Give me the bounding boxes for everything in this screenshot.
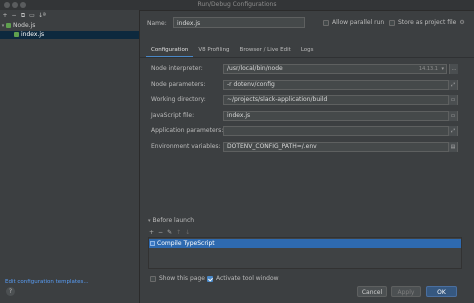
- allow-parallel-run-option[interactable]: Allow parallel run: [323, 19, 384, 26]
- show-this-page-option[interactable]: Show this page: [150, 275, 205, 282]
- activate-tool-window-option[interactable]: Activate tool window: [207, 275, 279, 282]
- folder-icon[interactable]: ▭: [448, 95, 457, 105]
- window-title: Run/Debug Configurations: [197, 1, 277, 8]
- tree-item-index-js[interactable]: index.js: [0, 31, 139, 39]
- save-icon[interactable]: ▭: [29, 11, 35, 20]
- before-launch-toolbar: + − ✎ ↑ ↓: [148, 228, 463, 237]
- edit-environment-variables-button[interactable]: ▤: [448, 142, 457, 152]
- ok-button[interactable]: OK: [426, 286, 457, 297]
- copy-icon[interactable]: ⧉: [20, 11, 26, 20]
- tab-bar: Configuration V8 Profiling Browser / Liv…: [146, 44, 319, 58]
- node-interpreter-select[interactable]: /usr/local/bin/node 14.13.1 ▾: [223, 64, 447, 74]
- expand-application-parameters-button[interactable]: ⤢: [448, 126, 457, 136]
- list-item[interactable]: Compile TypeScript: [149, 239, 461, 248]
- tree-group-nodejs[interactable]: ▾ Node.js: [0, 22, 139, 30]
- chevron-down-icon[interactable]: ▾: [148, 218, 151, 224]
- node-interpreter-value: /usr/local/bin/node: [227, 65, 283, 72]
- application-parameters-label: Application parameters:: [151, 127, 224, 134]
- tree-item-label: index.js: [21, 31, 45, 38]
- node-interpreter-label: Node interpreter:: [151, 65, 203, 72]
- javascript-file-label: JavaScript file:: [151, 112, 195, 119]
- apply-button[interactable]: Apply: [391, 286, 421, 297]
- working-directory-input[interactable]: ~/projects/slack-application/build: [223, 95, 458, 105]
- activate-tool-window-label: Activate tool window: [216, 275, 279, 282]
- tab-browser-live-edit[interactable]: Browser / Live Edit: [235, 44, 296, 56]
- tab-logs[interactable]: Logs: [296, 44, 319, 56]
- show-this-page-checkbox[interactable]: [150, 275, 156, 282]
- show-this-page-label: Show this page: [159, 275, 205, 282]
- help-button[interactable]: ?: [6, 287, 15, 296]
- environment-variables-value: DOTENV_CONFIG_PATH=/.env: [227, 143, 317, 150]
- before-launch-section-header[interactable]: ▾ Before launch: [148, 217, 194, 224]
- cancel-button[interactable]: Cancel: [357, 286, 387, 297]
- typescript-icon: [150, 241, 155, 246]
- application-parameters-input[interactable]: [223, 126, 458, 136]
- tab-v8-profiling[interactable]: V8 Profiling: [193, 44, 234, 56]
- activate-tool-window-checkbox[interactable]: [207, 275, 213, 282]
- folder-icon[interactable]: ▭: [448, 111, 457, 121]
- node-parameters-value: -r dotenv/config: [227, 81, 275, 88]
- store-as-project-file-option[interactable]: Store as project file ⚙: [389, 19, 465, 26]
- move-down-icon[interactable]: ↓: [185, 229, 190, 236]
- nodejs-icon: [14, 32, 19, 37]
- node-parameters-input[interactable]: -r dotenv/config: [223, 80, 458, 90]
- store-as-project-file-label: Store as project file: [398, 19, 457, 26]
- add-task-icon[interactable]: +: [149, 229, 154, 236]
- tree-toolbar: + − ⧉ ▭ ↓ª: [2, 11, 46, 20]
- working-directory-value: ~/projects/slack-application/build: [227, 96, 328, 103]
- add-icon[interactable]: +: [2, 11, 8, 20]
- name-input[interactable]: index.js: [173, 17, 305, 28]
- name-label: Name:: [147, 20, 167, 27]
- expand-node-parameters-button[interactable]: ⤢: [448, 80, 457, 90]
- configuration-editor: Name: index.js Allow parallel run Store …: [140, 10, 474, 303]
- sort-icon[interactable]: ↓ª: [38, 11, 46, 20]
- environment-variables-input[interactable]: DOTENV_CONFIG_PATH=/.env: [223, 142, 458, 152]
- move-up-icon[interactable]: ↑: [176, 229, 181, 236]
- before-launch-task-list: Compile TypeScript: [148, 237, 462, 269]
- store-as-project-file-checkbox[interactable]: [389, 19, 395, 26]
- tab-divider: [140, 57, 474, 58]
- configurations-tree-panel: + − ⧉ ▭ ↓ª ▾ Node.js index.js Edit config…: [0, 10, 140, 303]
- tree-group-label: Node.js: [13, 22, 36, 29]
- javascript-file-value: index.js: [227, 112, 251, 119]
- javascript-file-input[interactable]: index.js: [223, 111, 458, 121]
- gear-icon[interactable]: ⚙: [459, 19, 464, 26]
- edit-configuration-templates-link[interactable]: Edit configuration templates...: [5, 279, 89, 285]
- working-directory-label: Working directory:: [151, 96, 206, 103]
- allow-parallel-run-checkbox[interactable]: [323, 19, 329, 26]
- tab-configuration[interactable]: Configuration: [146, 44, 194, 58]
- nodejs-icon: [6, 23, 11, 28]
- edit-task-icon[interactable]: ✎: [167, 229, 172, 236]
- environment-variables-label: Environment variables:: [151, 143, 221, 150]
- remove-icon[interactable]: −: [11, 11, 17, 20]
- allow-parallel-run-label: Allow parallel run: [332, 19, 385, 26]
- node-parameters-label: Node parameters:: [151, 81, 206, 88]
- remove-task-icon[interactable]: −: [158, 229, 163, 236]
- before-launch-label: Before launch: [152, 217, 195, 224]
- task-label: Compile TypeScript: [157, 240, 215, 247]
- browse-interpreter-button[interactable]: …: [449, 64, 458, 74]
- chevron-down-icon[interactable]: ▾: [441, 65, 444, 73]
- node-version-label: 14.13.1: [418, 66, 438, 72]
